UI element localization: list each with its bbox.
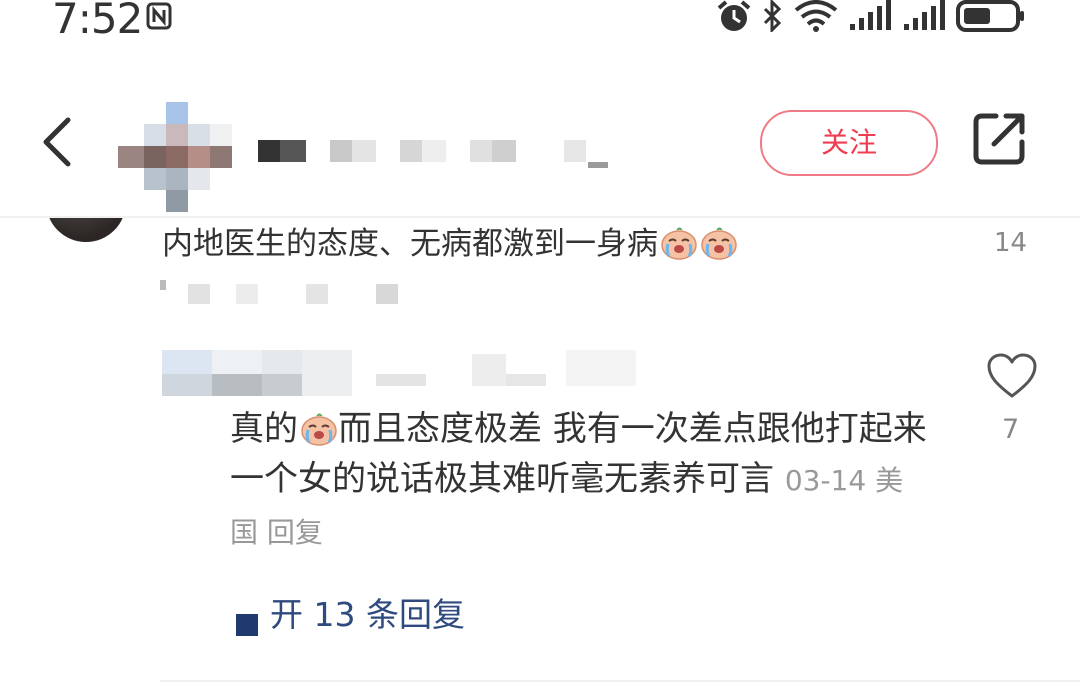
reply-body-start: 真的 — [230, 409, 298, 449]
replier-name — [162, 350, 636, 396]
crying-face-emoji — [301, 413, 337, 446]
share-icon[interactable] — [972, 110, 1028, 166]
wifi-icon — [794, 0, 838, 32]
status-bar: 7:52 — [0, 0, 1080, 43]
profile-header: 关注 — [0, 82, 1080, 212]
comment-body: 内地医生的态度、无病都激到一身病 — [162, 226, 658, 262]
bluetooth-icon — [763, 0, 782, 32]
signal-icon — [904, 0, 945, 30]
comment-like-count: 14 — [994, 228, 1028, 258]
crying-face-emoji — [661, 227, 697, 260]
status-time: 7:52 — [52, 0, 143, 43]
reply-date: 03-14 — [784, 464, 867, 497]
heart-icon[interactable] — [986, 352, 1038, 400]
nfc-icon — [146, 2, 172, 30]
avatar[interactable] — [118, 92, 238, 212]
expand-replies-button[interactable]: 开 13 条回复 — [234, 588, 465, 636]
crying-face-emoji — [701, 227, 737, 260]
status-icons — [716, 0, 1026, 34]
alarm-icon — [717, 0, 751, 31]
chevron-left-icon[interactable] — [38, 114, 78, 170]
follow-button[interactable]: 关注 — [760, 110, 938, 176]
reply-button[interactable]: 回复 — [267, 516, 323, 549]
battery-icon — [956, 0, 1024, 32]
signal-icon — [850, 0, 891, 30]
comment-text: 内地医生的态度、无病都激到一身病 — [162, 218, 738, 263]
username — [258, 140, 608, 168]
reply-like-count: 7 — [1002, 414, 1020, 445]
comment-meta-blurred — [160, 280, 398, 304]
divider — [160, 680, 1080, 682]
reply-text: 真的 而且态度极差 我有一次差点跟他打起来 一个女的说话极其难听毫无素养可言 0… — [230, 404, 930, 558]
